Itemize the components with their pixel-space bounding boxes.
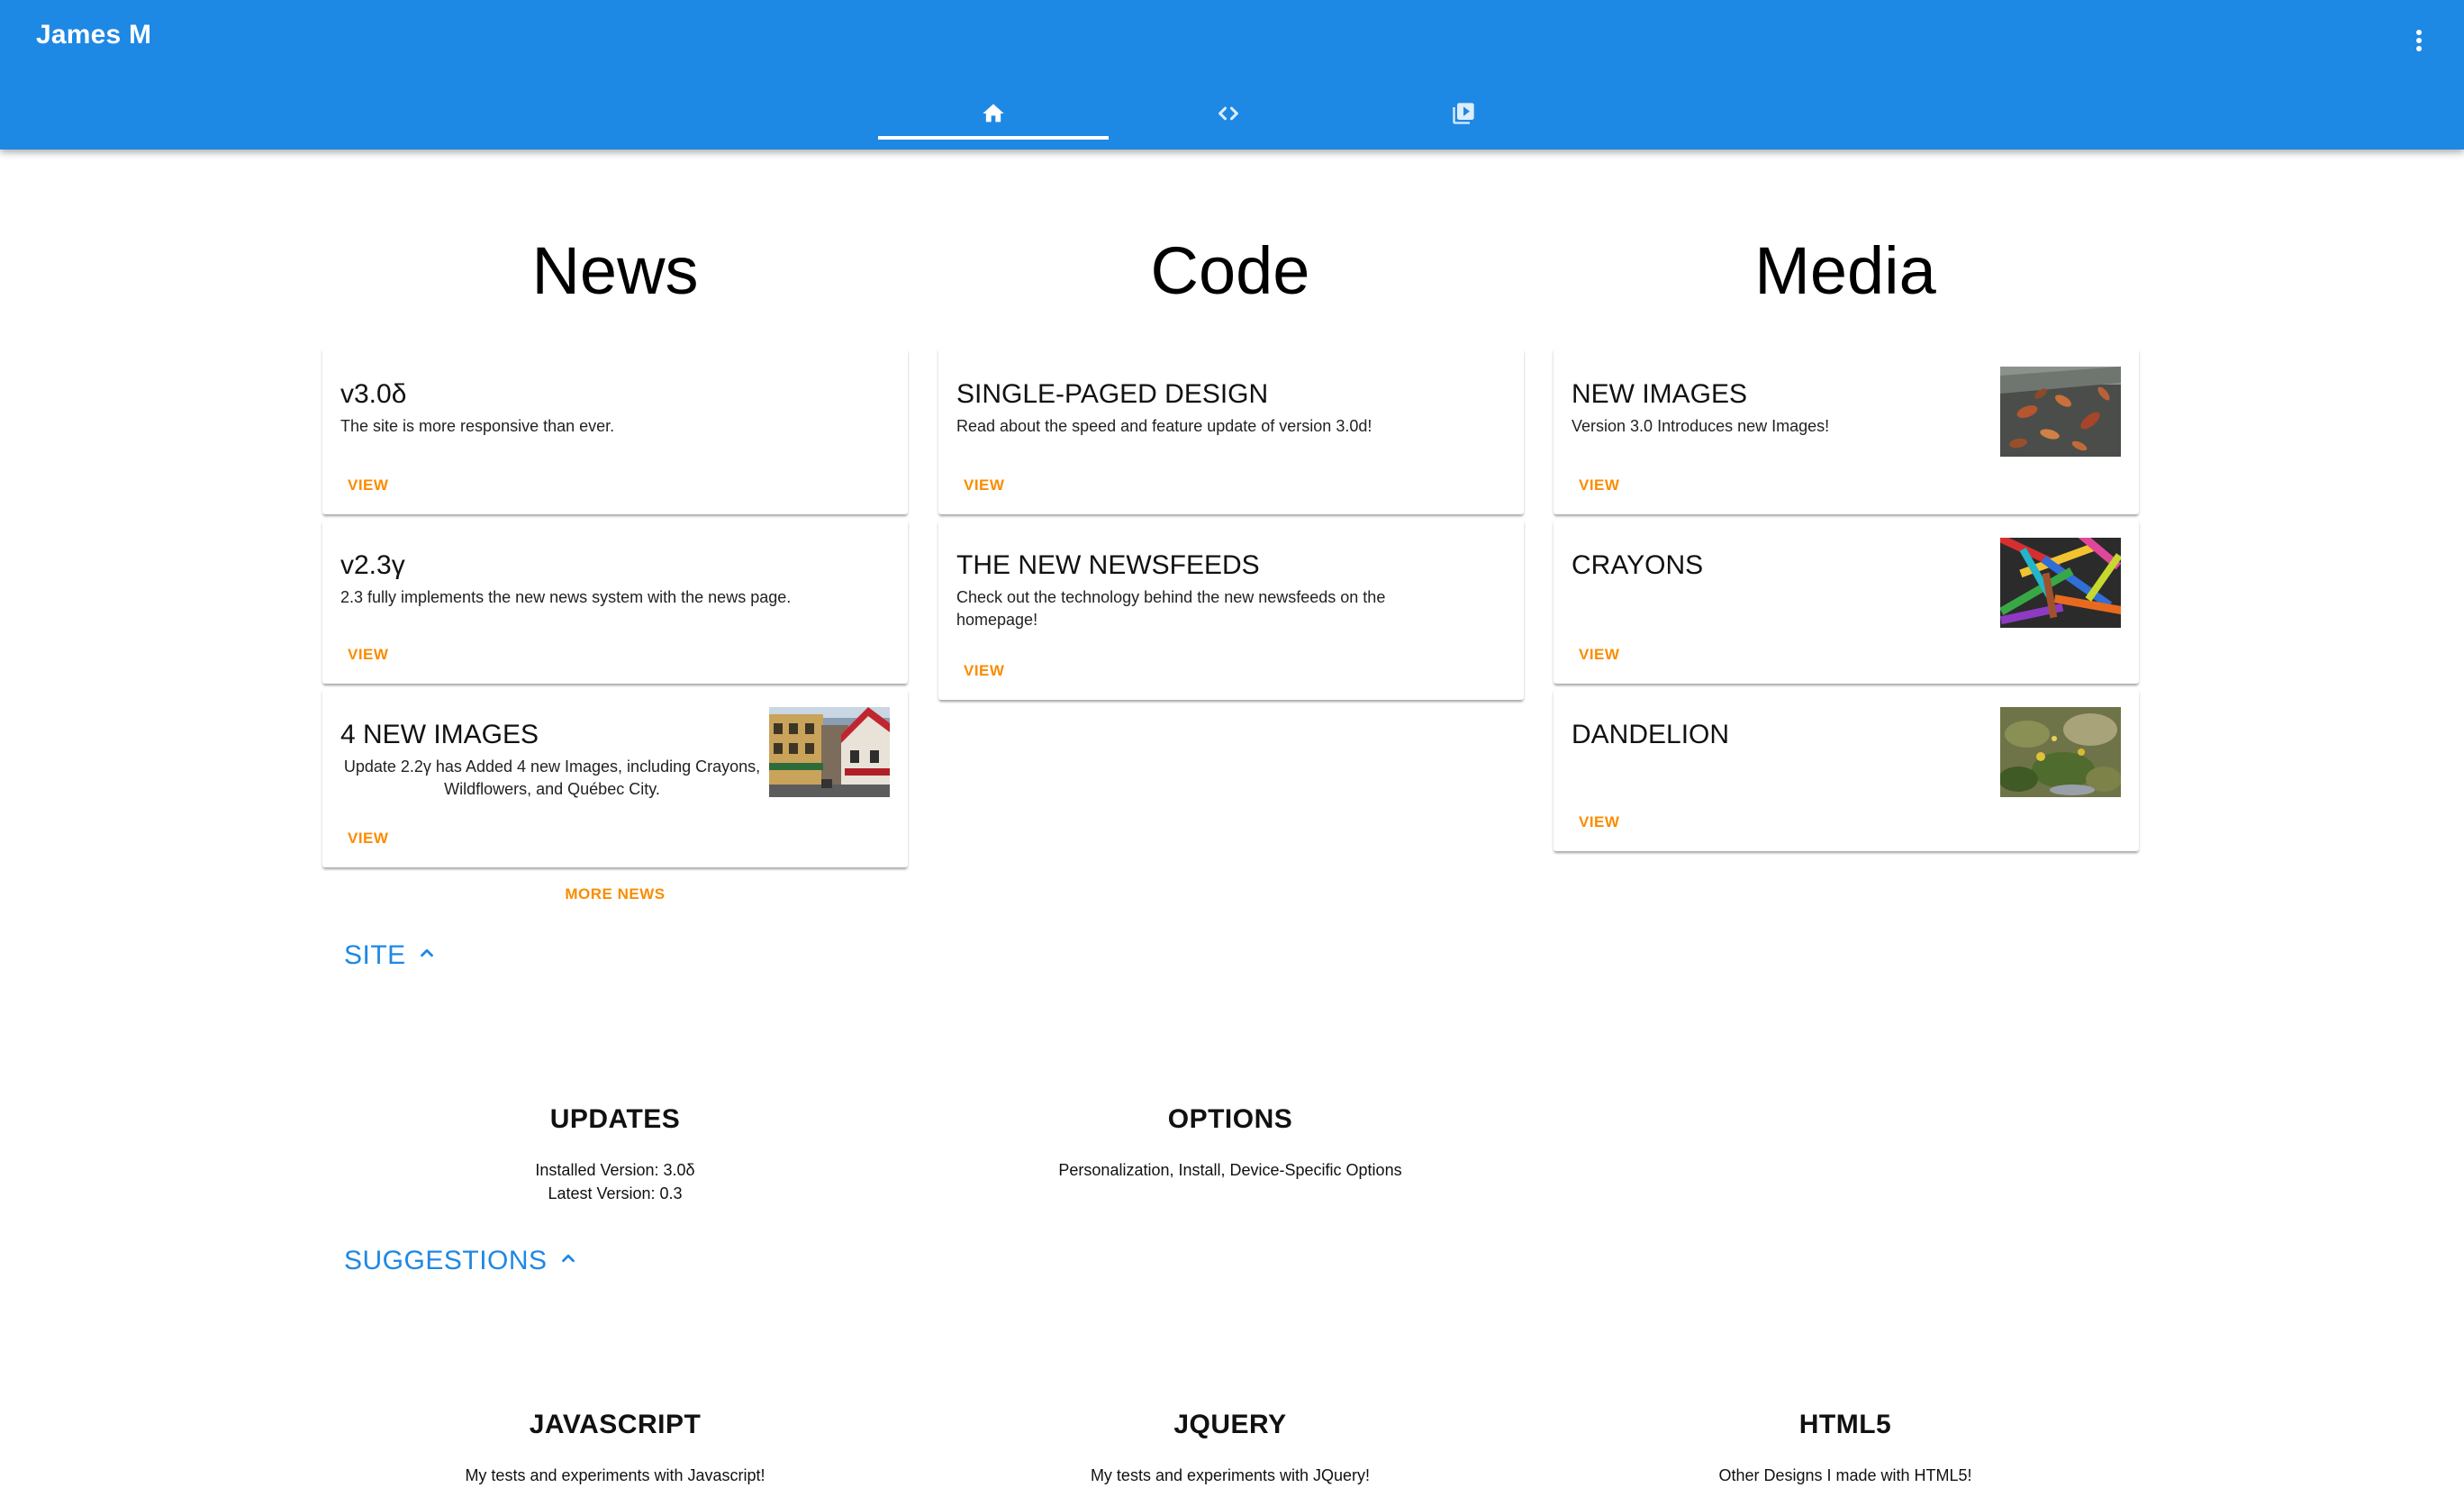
- dandelion-image[interactable]: [2000, 707, 2121, 797]
- tab-indicator: [878, 136, 1109, 140]
- app-title: James M: [36, 20, 152, 50]
- updates-title: UPDATES: [549, 1104, 681, 1134]
- suggestion-jquery[interactable]: JQUERY My tests and experiments with JQu…: [938, 1410, 1522, 1487]
- suggestion-text: My tests and experiments with Javascript…: [465, 1466, 765, 1484]
- card-title: NEW IMAGES: [1572, 379, 1748, 409]
- news-card-new-images: 4 NEW IMAGES Update 2.2γ has Added 4 new…: [322, 689, 908, 867]
- tab-home[interactable]: [878, 86, 1109, 141]
- view-button[interactable]: VIEW: [1579, 813, 1619, 831]
- updates-block: UPDATES Installed Version: 3.0δ Latest V…: [323, 1104, 907, 1205]
- code-card-single-paged: SINGLE-PAGED DESIGN Read about the speed…: [938, 349, 1524, 514]
- leaves-image[interactable]: [2000, 367, 2121, 457]
- more-news-button[interactable]: MORE NEWS: [322, 885, 908, 903]
- code-icon: [1218, 106, 1238, 121]
- news-card-v3: v3.0δ The site is more responsive than e…: [322, 349, 908, 514]
- tab-media[interactable]: [1348, 86, 1579, 141]
- view-button[interactable]: VIEW: [1579, 646, 1619, 664]
- installed-version: Installed Version: 3.0δ: [535, 1161, 695, 1179]
- crayons-image[interactable]: [2000, 538, 2121, 628]
- news-card-v2-3: v2.3γ 2.3 fully implements the new news …: [322, 520, 908, 684]
- view-button[interactable]: VIEW: [964, 476, 1004, 494]
- media-card-dandelion: DANDELION VIEW: [1554, 689, 2139, 851]
- suggestions-section-label: SUGGESTIONS: [344, 1246, 548, 1275]
- card-subtitle: 2.3 fully implements the new news system…: [340, 588, 792, 606]
- media-card-new-images: NEW IMAGES Version 3.0 Introduces new Im…: [1554, 349, 2139, 514]
- card-subtitle: Version 3.0 Introduces new Images!: [1572, 417, 1830, 435]
- card-subtitle: Update 2.2γ has Added 4 new Images, incl…: [343, 758, 761, 798]
- suggestion-javascript[interactable]: JAVASCRIPT My tests and experiments with…: [323, 1410, 907, 1487]
- card-title: THE NEW NEWSFEEDS: [956, 550, 1260, 580]
- media-card-crayons: CRAYONS VIEW: [1554, 520, 2139, 684]
- code-card-newsfeeds: THE NEW NEWSFEEDS Check out the technolo…: [938, 520, 1524, 700]
- card-title: 4 NEW IMAGES: [340, 720, 539, 749]
- more-vert-icon[interactable]: [2403, 22, 2435, 58]
- card-title: v2.3γ: [340, 550, 405, 580]
- card-title: DANDELION: [1572, 720, 1730, 749]
- tab-code[interactable]: [1113, 86, 1344, 141]
- chevron-up-icon: [558, 1248, 578, 1268]
- suggestion-title: JQUERY: [1173, 1410, 1287, 1439]
- quebec-city-image[interactable]: [769, 707, 890, 797]
- view-button[interactable]: VIEW: [348, 646, 388, 664]
- card-subtitle: Check out the technology behind the new …: [956, 588, 1386, 629]
- card-subtitle: The site is more responsive than ever.: [340, 417, 615, 435]
- view-button[interactable]: VIEW: [348, 476, 388, 494]
- site-section-label: SITE: [344, 940, 406, 970]
- options-block[interactable]: OPTIONS Personalization, Install, Device…: [938, 1104, 1522, 1182]
- options-title: OPTIONS: [1167, 1104, 1293, 1134]
- suggestions-section-toggle[interactable]: SUGGESTIONS: [344, 1246, 578, 1276]
- media-heading: Media: [1754, 233, 1936, 308]
- view-button[interactable]: VIEW: [964, 662, 1004, 680]
- suggestion-title: JAVASCRIPT: [529, 1410, 702, 1439]
- latest-version: Latest Version: 0.3: [548, 1184, 683, 1202]
- home-icon: [983, 104, 1004, 122]
- suggestion-html5[interactable]: HTML5 Other Designs I made with HTML5!: [1554, 1410, 2137, 1487]
- view-button[interactable]: VIEW: [348, 830, 388, 848]
- options-text: Personalization, Install, Device-Specifi…: [1058, 1161, 1402, 1179]
- code-heading: Code: [1150, 233, 1310, 308]
- site-section-toggle[interactable]: SITE: [344, 940, 437, 971]
- card-title: CRAYONS: [1572, 550, 1704, 580]
- app-bar: James M: [0, 0, 2464, 150]
- card-title: SINGLE-PAGED DESIGN: [956, 379, 1269, 409]
- suggestion-text: My tests and experiments with JQuery!: [1090, 1466, 1371, 1484]
- chevron-up-icon: [417, 943, 437, 963]
- card-title: v3.0δ: [340, 379, 407, 409]
- suggestion-title: HTML5: [1798, 1410, 1892, 1439]
- news-heading: News: [531, 233, 699, 308]
- suggestion-text: Other Designs I made with HTML5!: [1718, 1466, 1972, 1484]
- video-library-icon: [1453, 103, 1474, 124]
- card-subtitle: Read about the speed and feature update …: [956, 417, 1372, 435]
- view-button[interactable]: VIEW: [1579, 476, 1619, 494]
